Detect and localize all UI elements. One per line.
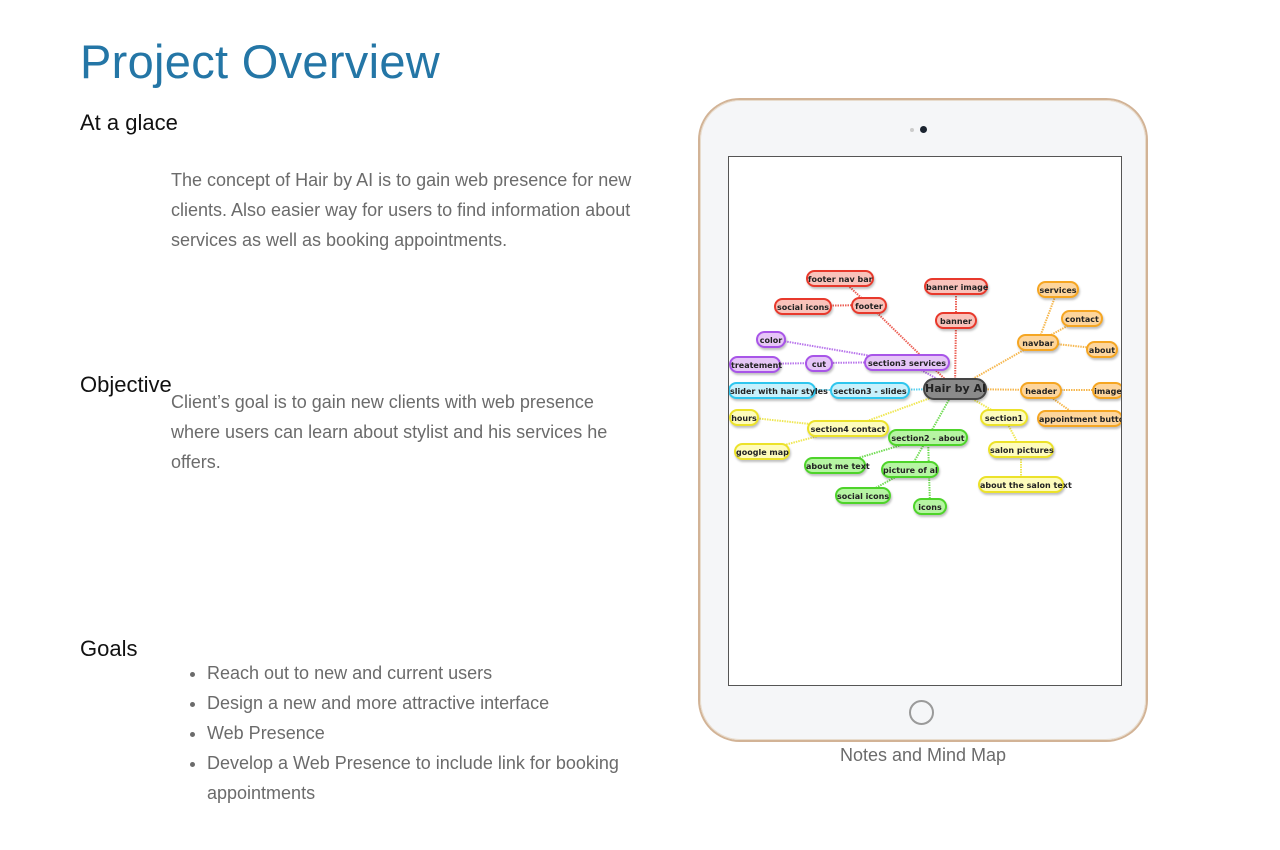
mind-map-node: slider with hair styles — [729, 381, 828, 399]
mind-map-node: about — [1086, 340, 1118, 358]
mind-map-node: appointment button — [1037, 409, 1121, 427]
mind-map-node: contact — [1061, 309, 1103, 327]
mind-map-node: services — [1037, 280, 1079, 298]
device-caption: Notes and Mind Map — [839, 745, 1007, 765]
mind-map-node: footer nav bar — [806, 269, 874, 287]
mind-map-node: about me text — [804, 456, 870, 474]
sensor-icon — [910, 128, 914, 132]
mind-map-node: section4 contact — [807, 419, 889, 437]
mind-map-node: navbar — [1017, 333, 1059, 351]
mind-map-node: social icons — [774, 297, 832, 315]
mind-map-node: header — [1020, 381, 1062, 399]
objective-text: Client’s goal is to gain new clients wit… — [171, 392, 608, 472]
mind-map-node: hours — [729, 408, 759, 426]
mind-map-screen: Hair by AI footer nav bar social icons foot… — [728, 156, 1122, 686]
glance-heading: At a glace — [80, 110, 178, 135]
glance-text: The concept of Hair by AI is to gain web… — [171, 170, 632, 250]
camera-icon — [920, 126, 927, 133]
mind-map-node: picture of al — [881, 460, 939, 478]
mind-map-node: image — [1092, 381, 1121, 399]
mind-map-node: color — [756, 330, 786, 348]
mind-map-node: section2 - about — [888, 428, 968, 446]
mind-map-node: google map — [734, 442, 790, 460]
mind-map-node: section3 services — [864, 353, 950, 371]
objective-heading: Objective — [80, 372, 172, 397]
mind-map-node: salon pictures — [988, 440, 1054, 458]
mind-map-node: about the salon text — [978, 475, 1072, 493]
ipad-mockup: Hair by AI footer nav bar social icons foot… — [700, 100, 1146, 740]
mind-map-node: cut — [805, 354, 833, 372]
page-title: Project Overview — [80, 35, 441, 88]
mind-map-node: treatement — [729, 355, 782, 373]
mind-map-node: section3 - slides — [830, 381, 910, 399]
goal-item: Develop a Web Presence to include link f… — [207, 748, 657, 808]
goal-item: Reach out to new and current users — [207, 658, 657, 688]
mind-map-node: social icons — [835, 486, 891, 504]
mind-map-node: banner image — [924, 277, 988, 295]
mind-map-node: icons — [913, 497, 947, 515]
mind-map-root-node: Hair by AI — [923, 378, 987, 400]
goal-item: Design a new and more attractive interfa… — [207, 688, 657, 718]
mind-map-node: footer — [851, 296, 887, 314]
goals-heading: Goals — [80, 636, 138, 661]
goals-list: Reach out to new and current users Desig… — [171, 658, 657, 808]
mind-map-node: banner — [935, 311, 977, 329]
goal-item: Web Presence — [207, 718, 657, 748]
home-button — [909, 700, 934, 725]
mind-map-node: section1 — [980, 408, 1028, 426]
